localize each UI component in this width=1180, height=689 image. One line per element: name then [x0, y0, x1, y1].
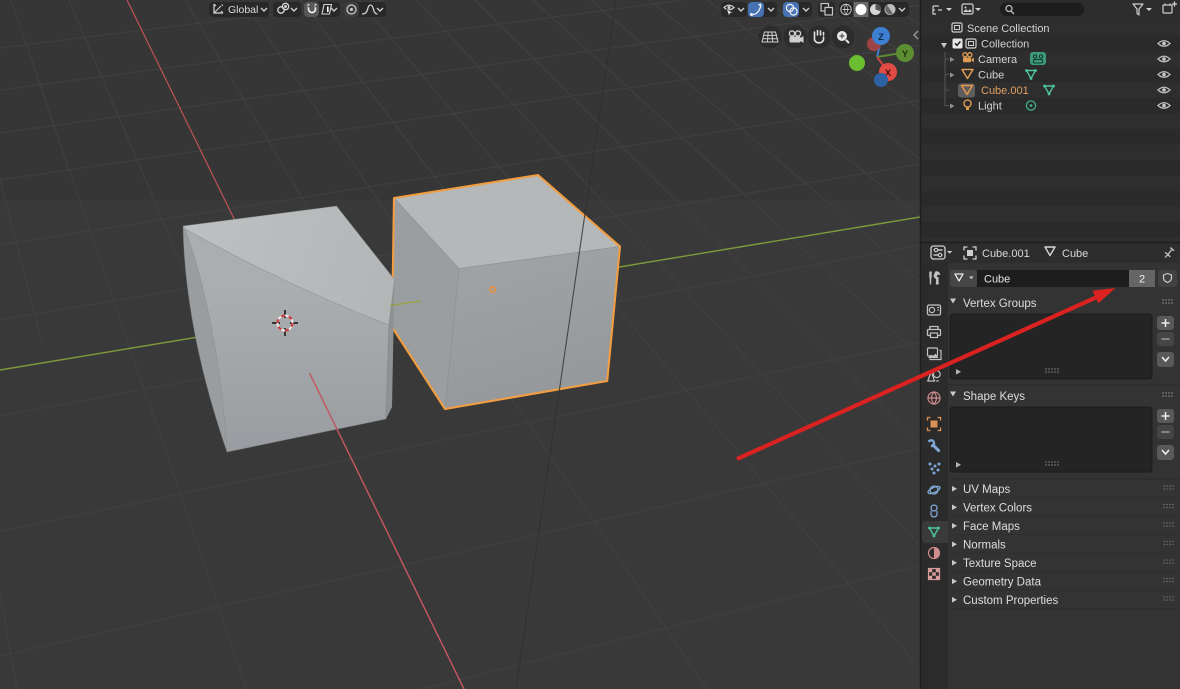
svg-text:Face Maps: Face Maps: [963, 521, 1020, 533]
svg-text:Custom Properties: Custom Properties: [963, 595, 1058, 607]
svg-text:Cube.001: Cube.001: [982, 248, 1030, 260]
svg-text:Shape Keys: Shape Keys: [963, 391, 1025, 403]
svg-text:Geometry Data: Geometry Data: [963, 577, 1042, 589]
svg-text:Vertex Groups: Vertex Groups: [963, 298, 1037, 310]
svg-text:Y: Y: [902, 49, 909, 60]
svg-text:Normals: Normals: [963, 540, 1006, 552]
svg-text:Z: Z: [878, 32, 884, 43]
svg-text:Cube: Cube: [978, 70, 1004, 82]
svg-text:2: 2: [1139, 274, 1145, 286]
svg-text:Scene Collection: Scene Collection: [967, 23, 1050, 35]
svg-text:Vertex Colors: Vertex Colors: [963, 503, 1032, 515]
svg-text:Collection: Collection: [981, 39, 1029, 51]
svg-text:Cube.001: Cube.001: [981, 85, 1029, 97]
svg-text:Global: Global: [228, 4, 258, 16]
svg-text:Cube: Cube: [984, 274, 1010, 286]
svg-text:Camera: Camera: [978, 54, 1018, 66]
svg-text:UV Maps: UV Maps: [963, 484, 1011, 496]
svg-text:Light: Light: [978, 101, 1002, 113]
svg-text:Texture Space: Texture Space: [963, 558, 1037, 570]
svg-text:Cube: Cube: [1062, 248, 1088, 260]
